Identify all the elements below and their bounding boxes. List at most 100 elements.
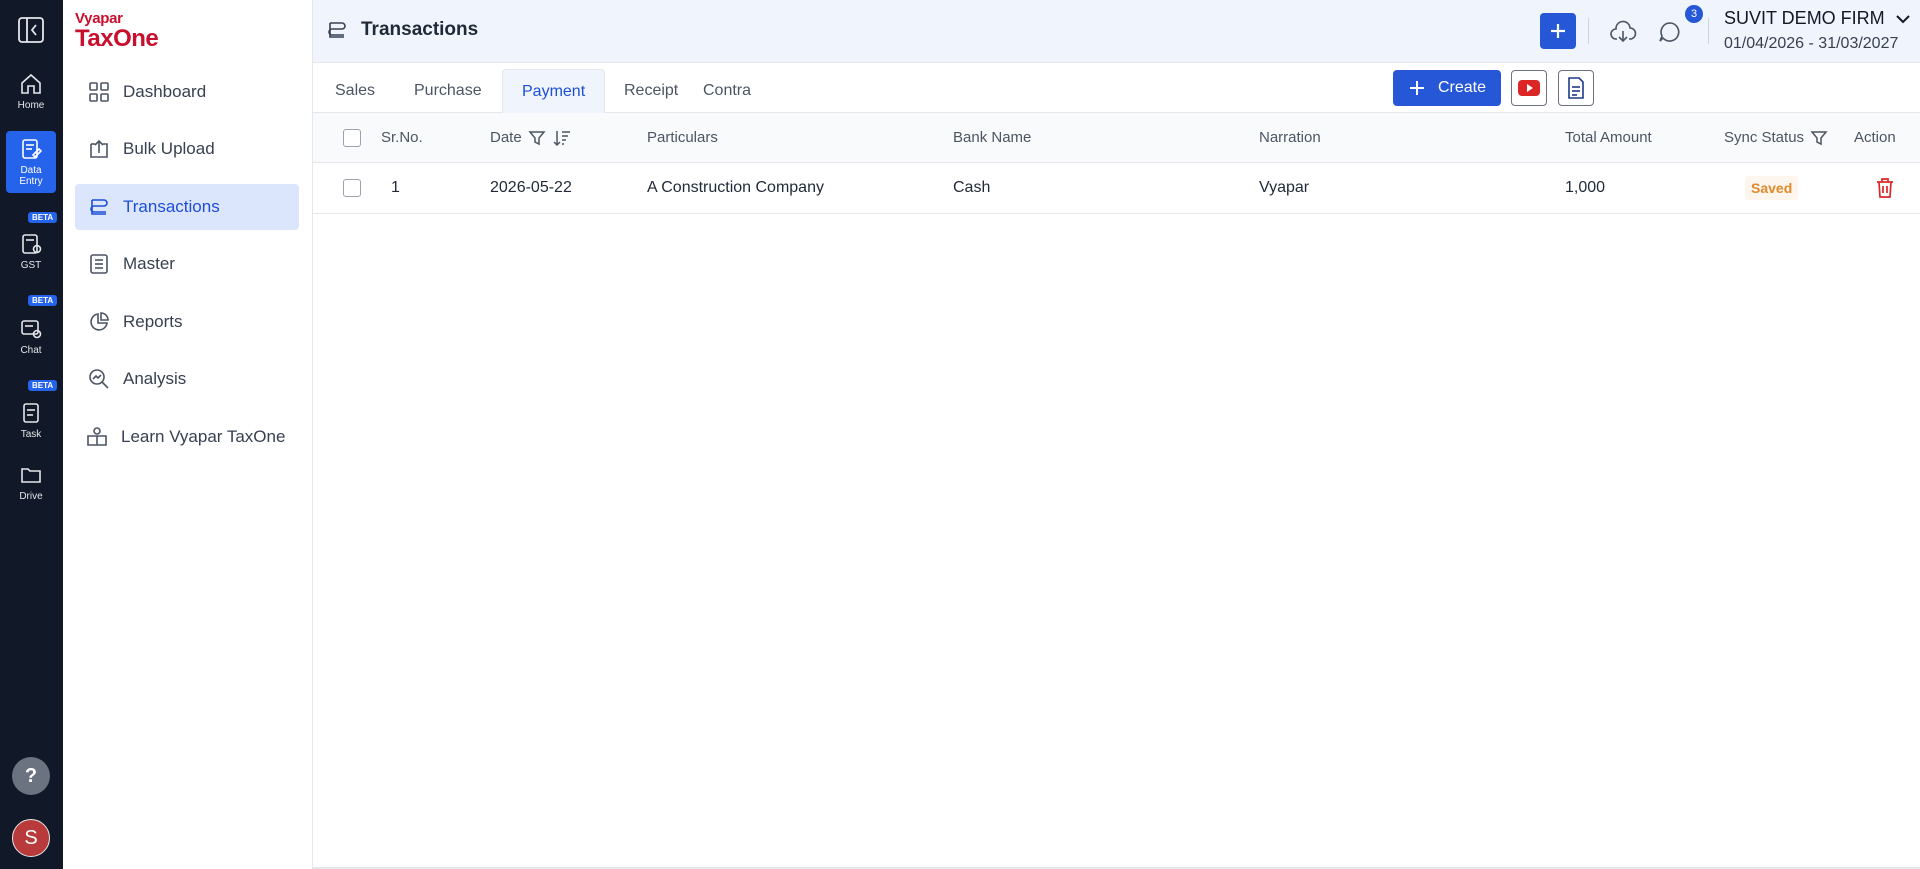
rail-item-drive[interactable]: Drive [6,463,56,509]
tab-purchase[interactable]: Purchase [395,69,501,113]
table-row[interactable]: 1 2026-05-22 A Construction Company Cash… [313,163,1920,214]
column-header-total-amount: Total Amount [1565,129,1652,146]
create-button-label: Create [1437,79,1487,96]
avatar[interactable]: S [12,819,50,857]
rail-item-home[interactable]: Home [6,72,56,122]
folder-icon [21,468,41,483]
rail-label: Data Entry [19,165,43,187]
column-header-bank-name: Bank Name [953,129,1032,146]
sidebar: Vyapar TaxOne Dashboard Bulk Upload Tran… [63,0,313,869]
rail-item-gst[interactable]: GST [6,232,56,278]
analysis-icon [89,369,109,389]
data-entry-icon [22,139,43,159]
pie-chart-icon [90,312,109,331]
sidebar-item-master[interactable]: Master [75,241,299,287]
rail-item-chat[interactable]: Chat [6,317,56,363]
chat-icon [21,320,42,339]
row-checkbox-cell [343,163,361,213]
rail-item-data-entry[interactable]: Data Entry [6,131,56,193]
sidebar-item-learn[interactable]: Learn Vyapar TaxOne [75,414,299,460]
youtube-icon [1518,80,1540,96]
rail-label: Task [20,429,42,440]
sidebar-toggle-icon[interactable] [17,16,45,44]
notification-badge: 3 [1685,5,1703,23]
sidebar-item-bulk-upload[interactable]: Bulk Upload [75,126,299,172]
logo-bottom-text: TaxOne [75,25,159,52]
tab-sales[interactable]: Sales [316,69,394,113]
sort-icon[interactable] [552,128,572,148]
filter-icon[interactable] [1810,129,1828,147]
video-tutorial-button[interactable] [1511,70,1547,106]
plus-icon [1551,24,1565,38]
cell-sr-no: 1 [391,179,400,196]
table-header: Sr.No. Date Particulars Bank Name Narrat… [313,113,1920,163]
download-button[interactable] [1608,17,1638,47]
beta-badge: BETA [28,380,58,391]
help-button[interactable]: ? [12,757,50,795]
rail-label: Chat [20,345,42,356]
sidebar-item-label: Learn Vyapar TaxOne [121,427,286,446]
left-rail: Home Data Entry BETA GST BETA Chat BETA … [0,0,63,869]
sidebar-item-label: Master [123,254,175,273]
learn-icon [87,427,107,446]
page-title-text: Transactions [361,19,479,40]
column-header-date: Date [490,113,572,162]
logo: Vyapar TaxOne [75,10,159,52]
plus-icon [1409,81,1424,95]
chevron-down-icon [1895,14,1910,23]
document-icon [1568,77,1584,99]
column-header-sync-status: Sync Status [1724,113,1828,162]
column-header-sr-no: Sr.No. [381,129,423,146]
task-icon [23,403,39,423]
chat-bubble-icon [1659,22,1680,42]
page-title: Transactions [325,18,478,42]
delete-icon[interactable] [1875,177,1895,199]
filter-icon[interactable] [528,129,546,147]
quick-add-button[interactable] [1540,13,1576,49]
sidebar-item-analysis[interactable]: Analysis [75,356,299,402]
cell-particulars: A Construction Company [647,179,824,196]
status-badge: Saved [1745,176,1799,200]
grid-icon [89,82,109,102]
cell-action [1875,163,1895,213]
column-header-sync-status-label: Sync Status [1724,129,1805,146]
cloud-download-icon [1610,20,1637,43]
rail-item-task[interactable]: Task [6,401,56,447]
top-header: Transactions 3 SUVIT DEMO FIRM 01/04/202… [313,0,1920,63]
divider [1588,18,1589,44]
home-icon [21,73,41,94]
column-header-particulars: Particulars [647,129,718,146]
upload-icon [90,139,108,158]
row-checkbox[interactable] [343,179,361,197]
divider [1708,18,1709,44]
create-button[interactable]: Create [1393,70,1501,106]
cell-bank-name: Cash [953,179,991,196]
select-all-checkbox[interactable] [343,128,361,147]
transactions-icon [328,22,346,38]
sidebar-item-label: Transactions [123,197,220,216]
sidebar-item-transactions[interactable]: Transactions [75,184,299,230]
gst-icon [22,234,42,254]
rail-label: Home [17,100,45,111]
rail-label: Drive [19,491,43,502]
column-header-narration: Narration [1259,129,1321,146]
firm-selector[interactable]: SUVIT DEMO FIRM 01/04/2026 - 31/03/2027 [1724,8,1911,53]
sidebar-item-dashboard[interactable]: Dashboard [75,69,299,115]
document-help-button[interactable] [1558,70,1594,106]
transaction-type-tabs: Sales Purchase Payment Receipt Contra Cr… [313,63,1920,113]
tab-contra[interactable]: Contra [684,69,770,113]
sidebar-item-reports[interactable]: Reports [75,299,299,345]
rail-label: GST [20,260,42,271]
sidebar-item-label: Dashboard [123,82,207,101]
beta-badge: BETA [28,212,58,223]
sidebar-item-label: Analysis [123,369,187,388]
tab-payment[interactable]: Payment [502,69,606,113]
column-header-action: Action [1854,129,1896,146]
financial-year-range: 01/04/2026 - 31/03/2027 [1724,35,1899,52]
firm-name: SUVIT DEMO FIRM [1724,8,1885,28]
master-icon [90,254,108,274]
cell-sync-status: Saved [1745,163,1799,213]
sidebar-item-label: Bulk Upload [123,139,215,158]
notifications-button[interactable] [1655,17,1685,47]
transactions-icon [90,199,108,215]
